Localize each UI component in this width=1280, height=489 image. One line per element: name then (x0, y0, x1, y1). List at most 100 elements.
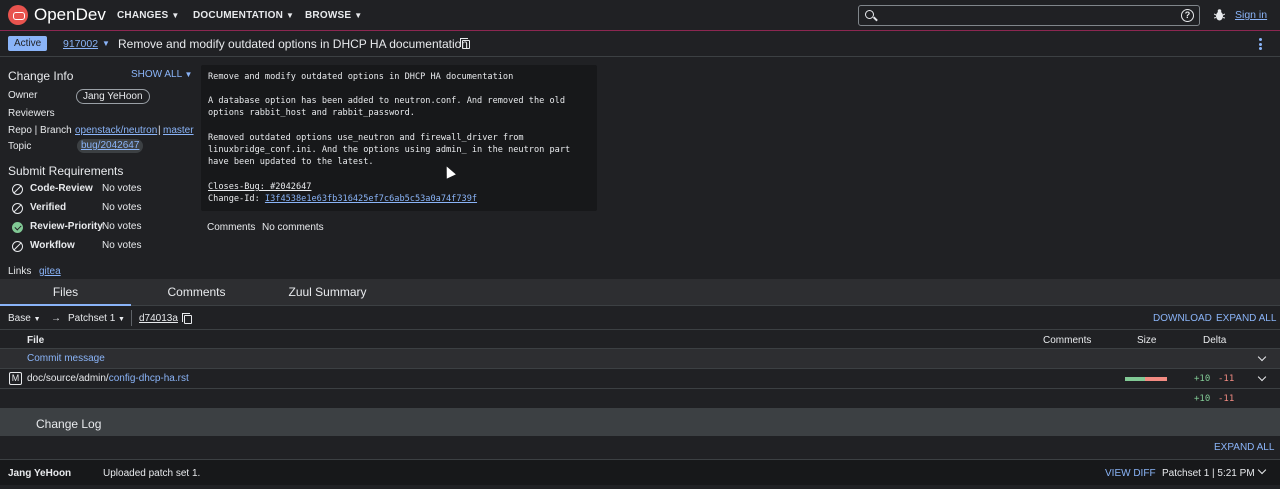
change-log-expand-all-button[interactable]: EXPAND ALL (1214, 442, 1274, 453)
requirement-verified[interactable]: Verified No votes (12, 202, 192, 216)
chevron-down-icon[interactable] (1257, 372, 1267, 382)
change-log-header: Change Log (0, 408, 1280, 436)
requirement-workflow[interactable]: Workflow No votes (12, 240, 192, 254)
requirement-votes: No votes (102, 221, 142, 232)
chevron-down-icon[interactable] (1257, 352, 1267, 362)
topic-label: Topic (8, 141, 32, 152)
file-path[interactable]: doc/source/admin/config-dhcp-ha.rst (27, 373, 189, 384)
gitea-link[interactable]: gitea (39, 266, 61, 277)
change-info-heading: Change Info (8, 69, 74, 83)
requirement-code-review[interactable]: Code-Review No votes (12, 183, 192, 197)
column-comments: Comments (1043, 335, 1092, 346)
commit-message-box: Remove and modify outdated options in DH… (201, 65, 597, 211)
requirement-review-priority[interactable]: Review-Priority No votes (12, 221, 192, 235)
requirement-name: Workflow (30, 240, 75, 251)
patchset-select[interactable]: Patchset 1 ▼ (68, 313, 125, 324)
commit-message-link[interactable]: Commit message (27, 353, 105, 364)
tab-zuul-summary[interactable]: Zuul Summary (262, 279, 393, 306)
view-diff-button[interactable]: VIEW DIFF (1105, 468, 1156, 479)
requirement-votes: No votes (102, 240, 142, 251)
change-log-entry[interactable]: Jang YeHoon Uploaded patch set 1. VIEW D… (0, 459, 1280, 485)
more-actions-icon[interactable] (1259, 38, 1262, 50)
comments-value: No comments (262, 222, 324, 233)
commit-message-row[interactable]: Commit message (0, 349, 1280, 369)
change-log-heading: Change Log (36, 417, 102, 431)
nav-browse-label: BROWSE (305, 10, 352, 21)
commit-message-line: Remove and modify outdated options in DH… (208, 72, 514, 82)
reviewers-label: Reviewers (8, 108, 55, 119)
comments-label: Comments (207, 222, 256, 233)
change-header: Active 917002 ▼ Remove and modify outdat… (0, 30, 1280, 57)
file-list-header: File Comments Size Delta (0, 331, 1280, 349)
commit-sha-link[interactable]: d74013a (139, 313, 178, 324)
requirement-name: Code-Review (30, 183, 93, 194)
change-title: Remove and modify outdated options in DH… (118, 37, 468, 51)
commit-message-line: linuxbridge_conf.ini. And the options us… (208, 145, 571, 155)
search-box[interactable]: ? (858, 5, 1200, 26)
search-input[interactable] (881, 8, 1181, 23)
log-author: Jang YeHoon (8, 468, 72, 479)
total-lines-added: +10 (1194, 394, 1211, 404)
closes-bug-link[interactable]: Closes-Bug: #2042647 (208, 182, 311, 192)
topic-chip[interactable]: bug/2042647 (77, 139, 144, 153)
report-bug-icon[interactable] (1214, 9, 1225, 21)
chevron-down-icon: ▼ (184, 70, 193, 79)
file-dir: doc/source/admin/ (27, 373, 109, 384)
base-select[interactable]: Base ▼ (8, 313, 41, 324)
repo-link[interactable]: openstack/neutron (75, 125, 157, 136)
brand-name[interactable]: OpenDev (34, 5, 106, 25)
tab-comments[interactable]: Comments (131, 279, 262, 306)
copy-title-icon[interactable] (460, 38, 470, 49)
total-lines-removed: -11 (1218, 394, 1235, 404)
modified-status-badge: M (9, 372, 22, 385)
owner-label: Owner (8, 90, 38, 101)
topic-link[interactable]: bug/2042647 (81, 140, 139, 151)
log-message: Uploaded patch set 1. (103, 468, 201, 479)
copy-sha-icon[interactable] (182, 313, 192, 324)
lines-removed: -11 (1218, 374, 1235, 384)
help-icon[interactable]: ? (1181, 9, 1194, 22)
tab-files[interactable]: Files (0, 279, 131, 306)
file-name-link[interactable]: config-dhcp-ha.rst (109, 373, 189, 384)
nav-changes-label: CHANGES (117, 10, 169, 21)
caret-down-icon: ▼ (354, 11, 363, 20)
nav-browse-menu[interactable]: BROWSE ▼ (305, 10, 362, 21)
branch-link[interactable]: master (163, 125, 194, 136)
status-badge: Active (8, 36, 48, 51)
log-meta: Patchset 1 | 5:21 PM (1162, 468, 1255, 479)
file-list-toolbar: Base ▼ → Patchset 1 ▼ d74013a DOWNLOAD E… (0, 306, 1280, 330)
patchset-select-label: Patchset 1 (68, 313, 116, 324)
file-totals-row: +10 -11 (0, 389, 1280, 408)
commit-message-line: options rabbit_host and rabbit_password. (208, 108, 415, 118)
column-file: File (27, 335, 45, 346)
expand-all-button[interactable]: EXPAND ALL (1216, 313, 1276, 324)
lines-added: +10 (1194, 374, 1211, 384)
change-id-label: Change-Id: (208, 194, 265, 204)
nav-documentation-menu[interactable]: DOCUMENTATION ▼ (193, 10, 294, 21)
repo-branch-label: Repo | Branch (8, 125, 72, 136)
column-delta: Delta (1203, 335, 1227, 346)
change-number-link[interactable]: 917002 (63, 38, 98, 50)
nav-documentation-label: DOCUMENTATION (193, 10, 283, 21)
caret-down-icon: ▼ (171, 11, 180, 20)
file-row[interactable]: M doc/source/admin/config-dhcp-ha.rst +1… (0, 369, 1280, 389)
chevron-down-icon[interactable]: ▼ (102, 39, 110, 48)
chevron-down-icon[interactable] (1257, 465, 1267, 475)
show-all-button[interactable]: SHOW ALL ▼ (131, 69, 192, 80)
caret-down-icon: ▼ (33, 316, 41, 323)
owner-chip[interactable]: Jang YeHoon (76, 89, 150, 104)
requirement-name: Verified (30, 202, 67, 213)
requirement-votes: No votes (102, 183, 142, 194)
tab-bar: Files Comments Zuul Summary (0, 279, 1280, 306)
opendev-logo-icon[interactable] (8, 5, 28, 25)
check-circle-icon (12, 222, 23, 233)
nav-changes-menu[interactable]: CHANGES ▼ (117, 10, 180, 21)
requirement-votes: No votes (102, 202, 142, 213)
sign-in-link[interactable]: Sign in (1235, 9, 1267, 21)
arrow-right-icon: → (51, 313, 61, 324)
blocked-icon (12, 203, 23, 214)
change-id-link[interactable]: I3f4538e1e63fb316425ef7c6ab5c53a0a74f739… (265, 194, 477, 204)
commit-message-line: have been updated to the latest. (208, 157, 374, 167)
caret-down-icon: ▼ (118, 316, 125, 323)
download-button[interactable]: DOWNLOAD (1153, 313, 1212, 324)
